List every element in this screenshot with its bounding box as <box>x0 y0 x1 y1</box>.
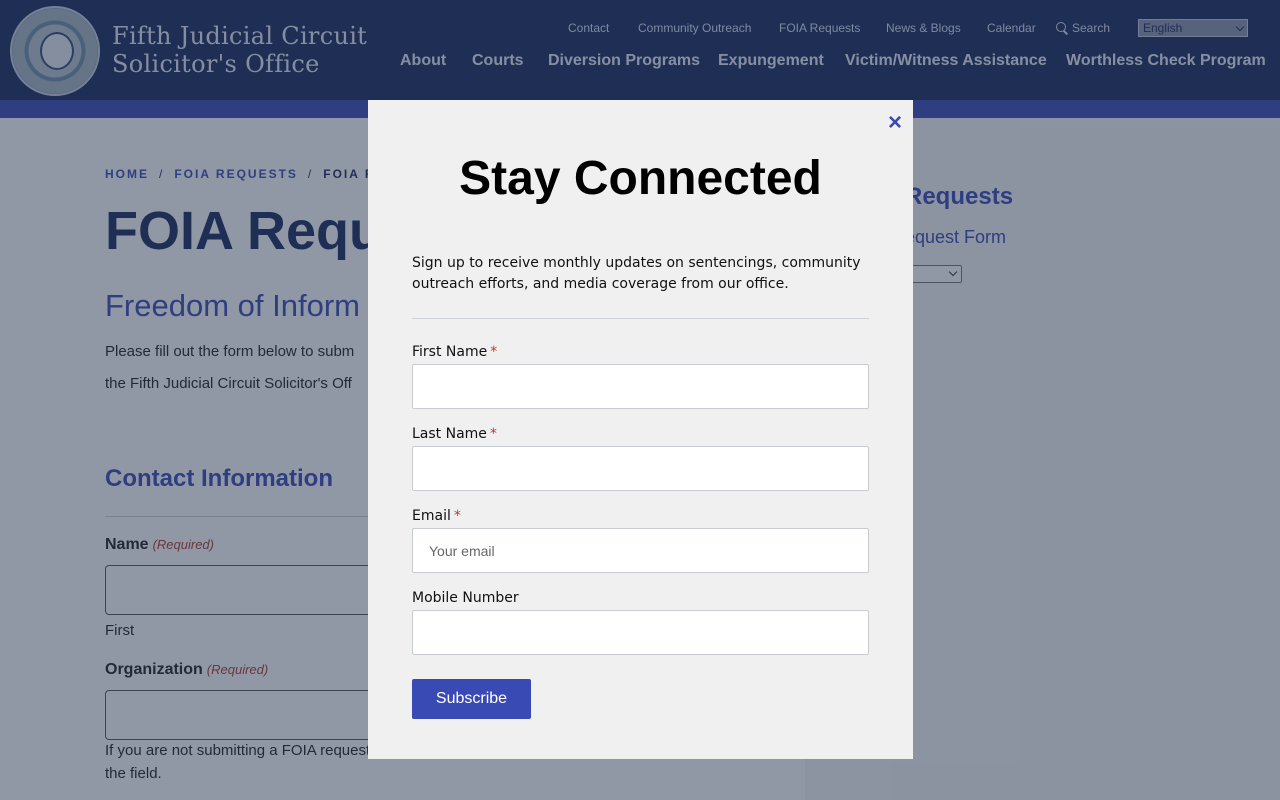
mobile-number-label: Mobile Number <box>412 590 519 606</box>
email-input[interactable] <box>412 528 869 573</box>
required-asterisk: * <box>490 344 498 360</box>
mobile-number-input[interactable] <box>412 610 869 655</box>
close-icon[interactable]: × <box>884 111 906 135</box>
required-asterisk: * <box>489 426 497 442</box>
subscribe-button[interactable]: Subscribe <box>412 679 531 719</box>
first-name-label: First Name * <box>412 344 497 360</box>
last-name-label-text: Last Name <box>412 426 487 442</box>
last-name-label: Last Name * <box>412 426 497 442</box>
first-name-input[interactable] <box>412 364 869 409</box>
email-label-text: Email <box>412 508 451 524</box>
first-name-label-text: First Name <box>412 344 488 360</box>
mobile-number-label-text: Mobile Number <box>412 590 519 606</box>
modal-title: Stay Connected <box>459 152 822 205</box>
email-label: Email * <box>412 508 461 524</box>
modal-description: Sign up to receive monthly updates on se… <box>412 255 861 292</box>
modal-divider <box>412 318 869 319</box>
required-asterisk: * <box>453 508 461 524</box>
last-name-input[interactable] <box>412 446 869 491</box>
